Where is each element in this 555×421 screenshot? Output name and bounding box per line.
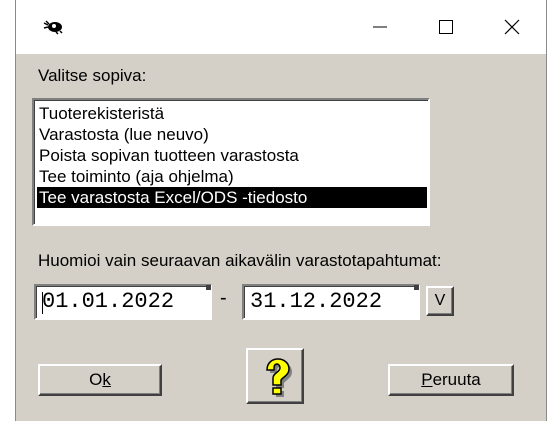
ok-label-accel: k: [102, 370, 111, 389]
ok-button[interactable]: Ok: [38, 364, 162, 396]
end-date-value: 31.12.2022: [250, 289, 383, 314]
date-separator: -: [220, 287, 227, 309]
date-field-marker: [206, 285, 211, 290]
minimize-icon: [373, 26, 387, 28]
list-item-selected[interactable]: Tee varastosta Excel/ODS -tiedosto: [37, 187, 427, 208]
list-item[interactable]: Tee toiminto (aja ohjelma): [37, 166, 234, 187]
cancel-label-accel: P: [421, 370, 433, 389]
list-item[interactable]: Varastosta (lue neuvo): [37, 124, 209, 145]
window-border-right: [546, 0, 547, 421]
maximize-button[interactable]: [416, 0, 476, 54]
cancel-label-rest: eruuta: [432, 370, 481, 389]
cancel-button[interactable]: Peruuta: [388, 364, 514, 396]
dialog-window: Valitse sopiva: Tuoterekisteristä Varast…: [0, 0, 555, 421]
list-item[interactable]: Poista sopivan tuotteen varastosta: [37, 145, 299, 166]
question-mark-icon: [266, 358, 292, 397]
title-bar[interactable]: [16, 0, 546, 54]
maximize-icon: [439, 20, 453, 34]
help-button[interactable]: [246, 348, 304, 404]
start-date-field[interactable]: 01.01.2022: [34, 284, 212, 320]
v-button[interactable]: V: [426, 286, 454, 316]
start-date-value: 01.01.2022: [42, 289, 175, 314]
ok-label-prefix: O: [89, 370, 103, 389]
bug-eye-icon: [43, 20, 63, 35]
choose-label: Valitse sopiva:: [38, 66, 147, 85]
period-label: Huomioi vain seuraavan aikavälin varasto…: [38, 251, 442, 270]
minimize-button[interactable]: [350, 0, 410, 54]
close-icon: [504, 19, 520, 35]
dialog-client-area: Valitse sopiva: Tuoterekisteristä Varast…: [16, 54, 546, 421]
options-listbox[interactable]: Tuoterekisteristä Varastosta (lue neuvo)…: [32, 98, 430, 226]
end-date-field[interactable]: 31.12.2022: [242, 284, 420, 320]
text-caret: [42, 292, 43, 314]
close-button[interactable]: [482, 0, 542, 54]
list-item[interactable]: Tuoterekisteristä: [37, 103, 164, 124]
date-field-marker: [414, 285, 419, 290]
